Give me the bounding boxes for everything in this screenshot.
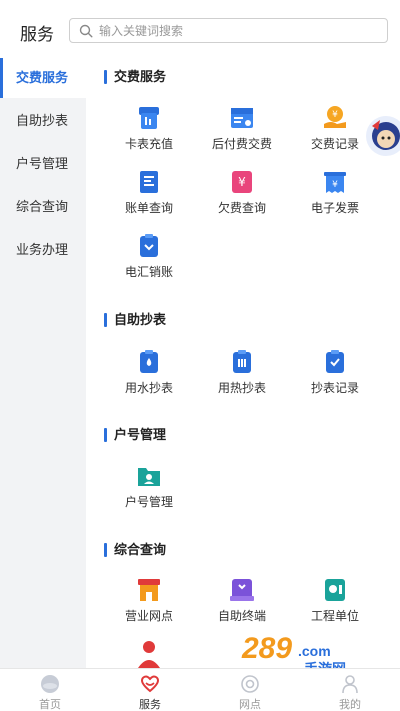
card-meter-icon: [139, 107, 159, 129]
svg-text:¥: ¥: [332, 110, 338, 120]
tile-label: 电子发票: [310, 201, 359, 215]
arrears-icon: ¥: [232, 171, 252, 193]
bottom-tab-bar: 首页 服务 网点 我的: [0, 668, 400, 711]
tab-label: 服务: [139, 699, 161, 711]
tile-label: 营业网点: [124, 609, 173, 623]
tile-postpaid-payment[interactable]: 后付费交费: [202, 104, 282, 164]
home-icon: [41, 675, 59, 693]
search-icon: [79, 24, 93, 38]
svg-text:289: 289: [241, 632, 292, 665]
service-content: 交费服务 卡表充值 后付费交费 ¥ 交费记录 账单查询 ¥ 欠费查询 ¥ 电子发…: [86, 58, 400, 668]
tile-wire-transfer[interactable]: 电汇销账: [109, 232, 189, 292]
user-icon: [342, 675, 358, 694]
sidebar-item-business[interactable]: 业务办理: [0, 230, 86, 270]
tile-bill-query[interactable]: 账单查询: [109, 168, 189, 228]
tile-label: 欠费查询: [217, 201, 266, 215]
location-icon: [241, 675, 259, 693]
tile-label: 后付费交费: [211, 137, 272, 151]
tile-arrears-query[interactable]: ¥ 欠费查询: [202, 168, 282, 228]
tile-meter-record[interactable]: 抄表记录: [295, 348, 375, 408]
page-title: 服务: [20, 25, 54, 44]
sidebar-item-meter-reading[interactable]: 自助抄表: [0, 101, 86, 141]
tile-label: 用热抄表: [217, 381, 266, 395]
tab-label: 网点: [239, 699, 261, 711]
tile-label: 卡表充值: [124, 137, 173, 151]
tile-label: 自助终端: [217, 609, 266, 623]
tab-mine[interactable]: 我的: [300, 669, 400, 711]
tab-label: 首页: [39, 699, 61, 711]
meter-record-icon: [326, 350, 344, 373]
search-input[interactable]: [99, 21, 369, 40]
svg-text:¥: ¥: [238, 175, 246, 189]
tile-label: 户号管理: [124, 495, 173, 509]
tile-water-meter[interactable]: 用水抄表: [109, 348, 189, 408]
tile-self-terminal[interactable]: 自助终端: [202, 576, 282, 636]
terminal-icon: [230, 579, 254, 601]
sidebar-item-query[interactable]: 综合查询: [0, 187, 86, 227]
tile-payment-record[interactable]: ¥ 交费记录: [295, 104, 375, 164]
account-folder-icon: [138, 468, 160, 486]
section-title-query: 综合查询: [104, 542, 166, 558]
user-group-icon: [138, 641, 160, 668]
engineering-icon: [325, 579, 345, 601]
category-sidebar: 交费服务 自助抄表 户号管理 综合查询 业务办理: [0, 58, 86, 668]
tile-heat-meter[interactable]: 用热抄表: [202, 348, 282, 408]
tile-card-meter-recharge[interactable]: 卡表充值: [109, 104, 189, 164]
mascot-float-button[interactable]: [364, 112, 400, 160]
e-invoice-icon: ¥: [324, 172, 346, 193]
sidebar-item-payment[interactable]: 交费服务: [0, 58, 86, 98]
header: 服务: [0, 0, 400, 58]
tab-outlets[interactable]: 网点: [200, 669, 300, 711]
tile-account-management[interactable]: 户号管理: [109, 462, 189, 522]
heat-meter-icon: [233, 350, 251, 373]
tile-label: 电汇销账: [124, 265, 173, 279]
tile-e-invoice[interactable]: ¥ 电子发票: [295, 168, 375, 228]
water-meter-icon: [140, 350, 158, 373]
tile-label: 抄表记录: [310, 381, 359, 395]
tab-home[interactable]: 首页: [0, 669, 100, 711]
section-title-payment: 交费服务: [104, 69, 166, 85]
branch-icon: [138, 579, 160, 601]
tile-branch[interactable]: 营业网点: [109, 576, 189, 636]
tab-label: 我的: [339, 699, 361, 711]
tab-service[interactable]: 服务: [100, 669, 200, 711]
tile-engineering-unit[interactable]: 工程单位: [295, 576, 375, 636]
bill-icon: [140, 171, 158, 193]
wire-transfer-icon: [140, 234, 158, 257]
section-title-meter-reading: 自助抄表: [104, 312, 166, 328]
service-heart-icon: [140, 675, 160, 693]
search-box[interactable]: [69, 18, 388, 43]
tile-label: 工程单位: [310, 609, 359, 623]
sidebar-item-account-management[interactable]: 户号管理: [0, 144, 86, 184]
tile-label: 交费记录: [310, 137, 359, 151]
tile-label: 用水抄表: [124, 381, 173, 395]
postpaid-icon: [231, 108, 253, 128]
payment-record-icon: ¥: [324, 106, 346, 128]
svg-text:¥: ¥: [332, 180, 338, 190]
svg-text:.com: .com: [298, 643, 331, 659]
section-title-account: 户号管理: [104, 427, 166, 443]
tile-label: 账单查询: [124, 201, 173, 215]
